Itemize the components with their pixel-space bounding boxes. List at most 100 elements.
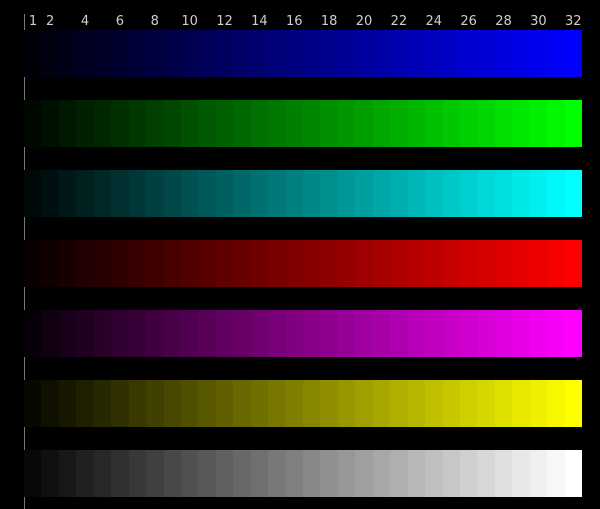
cyan-step [268, 170, 286, 217]
gray-step [76, 450, 94, 497]
magenta-step [337, 310, 356, 357]
yellow-step [41, 380, 59, 427]
blue-step [355, 30, 373, 77]
red-step [24, 240, 42, 287]
yellow-step [285, 380, 303, 427]
blue-step [494, 30, 513, 77]
red-step [372, 240, 391, 287]
yellow-step [459, 380, 478, 427]
gray-step [128, 450, 147, 497]
step-label: 32 [565, 14, 582, 29]
cyan-step [529, 170, 548, 217]
yellow-step [128, 380, 147, 427]
blue-step [547, 30, 565, 77]
cyan-step [564, 170, 582, 217]
cyan-step [233, 170, 251, 217]
green-step [512, 100, 530, 147]
red-step [425, 240, 443, 287]
gray-step [285, 450, 303, 497]
cyan-step [459, 170, 478, 217]
blue-step [215, 30, 234, 77]
cyan-step [494, 170, 513, 217]
gray-step [198, 450, 216, 497]
step-label: 10 [181, 14, 198, 29]
cyan-step [146, 170, 164, 217]
yellow-step [303, 380, 321, 427]
red-step [512, 240, 530, 287]
yellow-step [215, 380, 234, 427]
blue-step [459, 30, 478, 77]
gray-step [233, 450, 251, 497]
magenta-step [547, 310, 565, 357]
blue-step [268, 30, 286, 77]
cyan-step [41, 170, 59, 217]
blue-step [512, 30, 530, 77]
green-step [233, 100, 251, 147]
red-step [163, 240, 181, 287]
yellow-step [372, 380, 391, 427]
step-label: 20 [355, 14, 373, 29]
gray-step [320, 450, 338, 497]
blue-step [24, 30, 42, 77]
gray-step [459, 450, 478, 497]
cyan-gradient-bar [24, 170, 582, 217]
magenta-step [146, 310, 164, 357]
magenta-step [529, 310, 548, 357]
magenta-step [128, 310, 147, 357]
gray-step [442, 450, 460, 497]
cyan-step [93, 170, 112, 217]
yellow-step [93, 380, 112, 427]
blue-step [337, 30, 356, 77]
red-step [233, 240, 251, 287]
yellow-step [111, 380, 129, 427]
cyan-step [425, 170, 443, 217]
cyan-step [128, 170, 147, 217]
yellow-step [58, 380, 77, 427]
cyan-step [58, 170, 77, 217]
gray-step [146, 450, 164, 497]
green-step [24, 100, 42, 147]
yellow-step [425, 380, 443, 427]
yellow-step [146, 380, 164, 427]
magenta-gradient-bar [24, 310, 582, 357]
gray-step [337, 450, 356, 497]
cyan-step [372, 170, 391, 217]
step-label: 14 [251, 14, 268, 29]
blue-step [303, 30, 321, 77]
step-label: 6 [115, 14, 125, 29]
step-label: 4 [80, 14, 90, 29]
red-step [303, 240, 321, 287]
red-step [111, 240, 129, 287]
red-step [407, 240, 426, 287]
step-label: 28 [495, 14, 512, 29]
gray-step [425, 450, 443, 497]
green-step [93, 100, 112, 147]
green-step [407, 100, 426, 147]
gray-step [355, 450, 373, 497]
green-step [564, 100, 582, 147]
green-gradient-bar [24, 100, 582, 147]
red-step [58, 240, 77, 287]
green-step [337, 100, 356, 147]
cyan-step [215, 170, 234, 217]
gray-step [407, 450, 426, 497]
gray-step [372, 450, 391, 497]
cyan-step [512, 170, 530, 217]
green-step [180, 100, 199, 147]
blue-step [111, 30, 129, 77]
step-label: 12 [216, 14, 233, 29]
cyan-step [355, 170, 373, 217]
cyan-step [250, 170, 269, 217]
gray-gradient-bar [24, 450, 582, 497]
gray-step [93, 450, 112, 497]
cyan-step [337, 170, 356, 217]
green-step [442, 100, 460, 147]
step-label: 1 [28, 14, 38, 29]
red-step [128, 240, 147, 287]
yellow-step [76, 380, 94, 427]
blue-step [564, 30, 582, 77]
magenta-step [268, 310, 286, 357]
green-step [425, 100, 443, 147]
red-step [41, 240, 59, 287]
green-step [41, 100, 59, 147]
